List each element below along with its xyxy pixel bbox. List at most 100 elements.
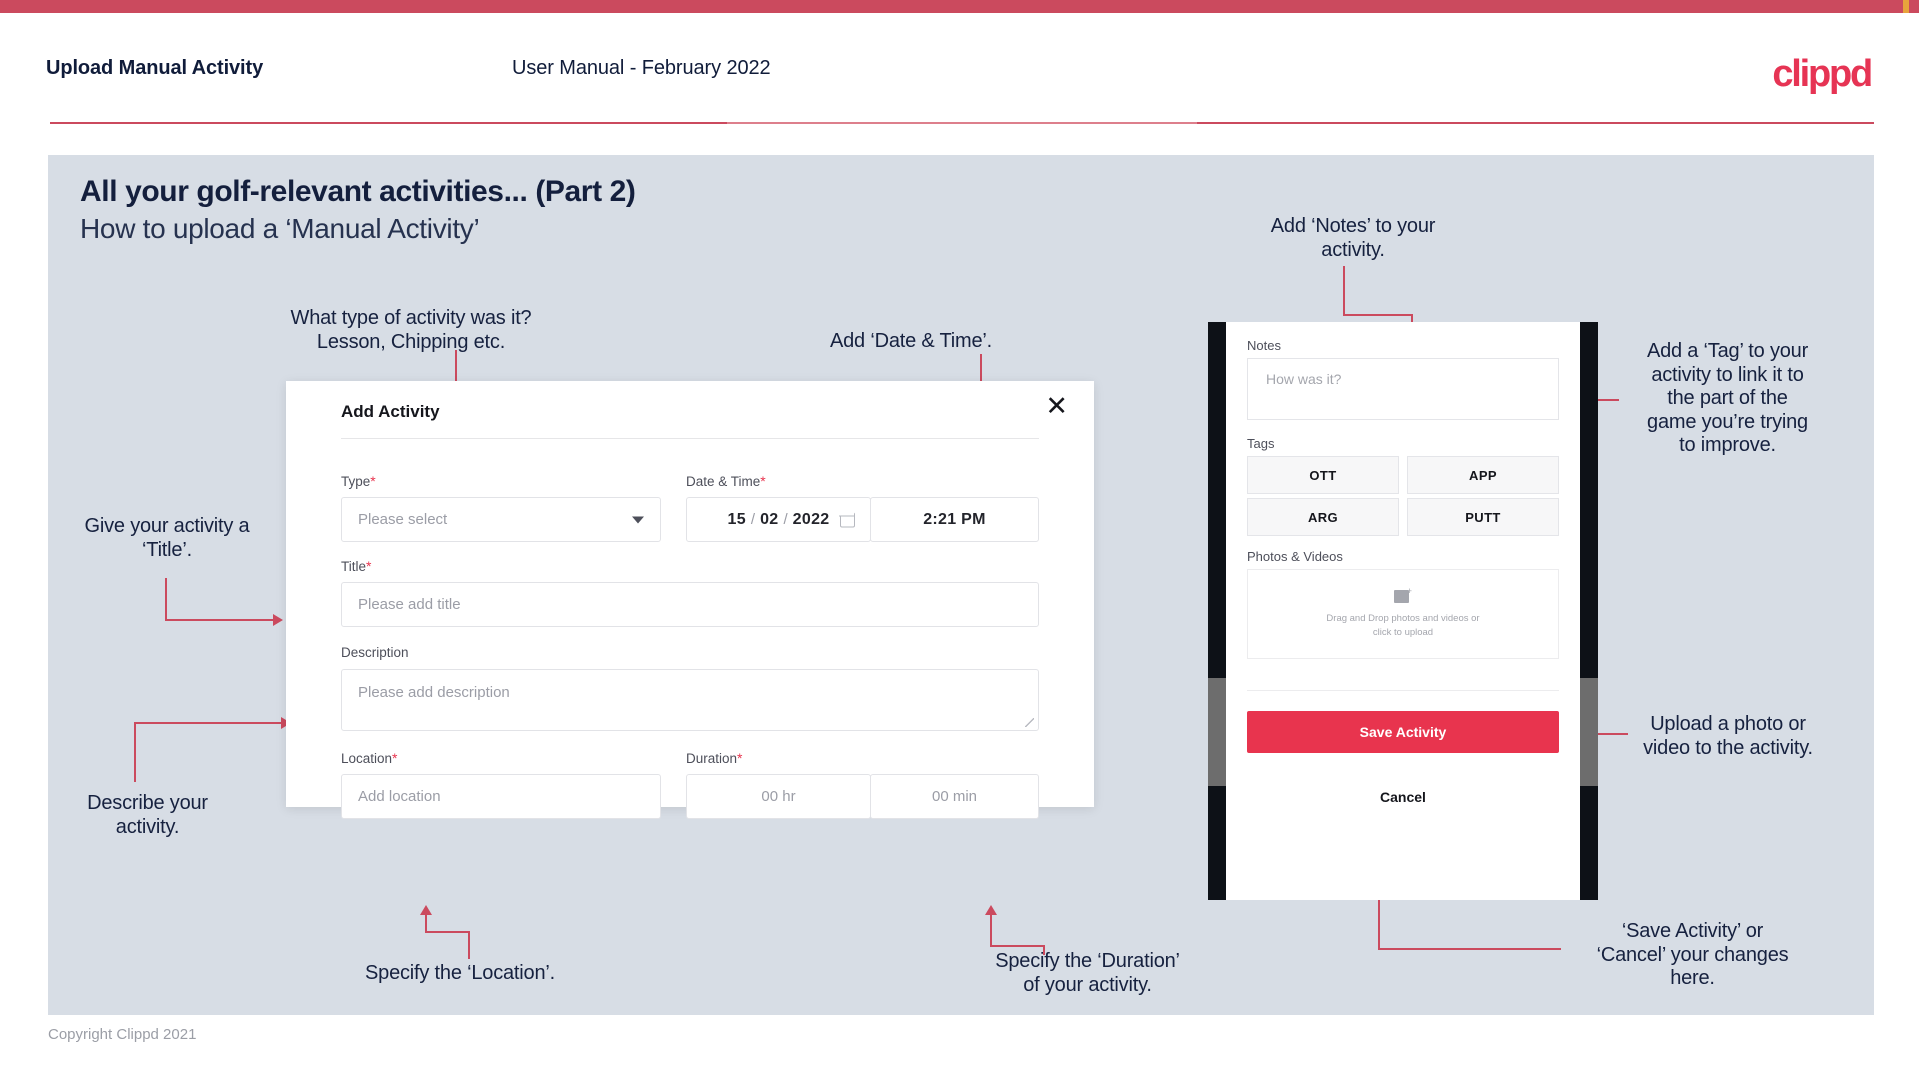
location-input[interactable]: Add location bbox=[341, 774, 661, 819]
phone-bezel-right-segment bbox=[1580, 678, 1598, 786]
save-activity-button[interactable]: Save Activity bbox=[1247, 711, 1559, 753]
connector-notes-h bbox=[1343, 314, 1413, 316]
annotation-upload-line2: video to the activity. bbox=[1643, 736, 1813, 759]
tag-putt[interactable]: PUTT bbox=[1407, 498, 1559, 536]
notes-textarea[interactable]: How was it? bbox=[1247, 358, 1559, 420]
calendar-icon[interactable] bbox=[839, 511, 855, 527]
datetime-label-text: Date & Time bbox=[686, 474, 761, 489]
annotation-upload-line1: Upload a photo or bbox=[1650, 713, 1806, 735]
datetime-required-asterisk: * bbox=[760, 473, 766, 489]
annotation-type-line1: What type of activity was it? bbox=[290, 307, 532, 329]
location-required-asterisk: * bbox=[392, 750, 398, 766]
connector-title-h bbox=[165, 619, 275, 621]
annotation-save: ‘Save Activity’ or ‘Cancel’ your changes… bbox=[1570, 920, 1815, 991]
close-icon[interactable]: ✕ bbox=[1045, 393, 1068, 420]
description-textarea[interactable]: Please add description bbox=[341, 669, 1039, 731]
photos-label: Photos & Videos bbox=[1247, 549, 1343, 564]
annotation-duration: Specify the ‘Duration’ of your activity. bbox=[965, 950, 1210, 997]
date-separator-2: / bbox=[783, 511, 788, 528]
slide-root: Upload Manual Activity User Manual - Feb… bbox=[0, 0, 1919, 1079]
time-input[interactable]: 2:21 PM bbox=[870, 497, 1039, 542]
resize-handle-icon[interactable] bbox=[1025, 718, 1034, 727]
type-required-asterisk: * bbox=[370, 473, 376, 489]
annotation-tag-line3: the part of the bbox=[1667, 387, 1788, 410]
notes-placeholder: How was it? bbox=[1266, 371, 1342, 387]
cancel-button[interactable]: Cancel bbox=[1226, 789, 1580, 805]
chevron-down-icon bbox=[632, 516, 644, 523]
top-accent-bar bbox=[0, 0, 1919, 13]
duration-label-text: Duration bbox=[686, 751, 738, 766]
duration-minutes-value: 00 min bbox=[931, 788, 978, 805]
type-label-text: Type bbox=[341, 474, 371, 489]
annotation-save-line3: here. bbox=[1670, 967, 1715, 990]
annotation-save-line2: ‘Cancel’ your changes bbox=[1596, 943, 1789, 966]
modal-divider bbox=[341, 438, 1039, 439]
annotation-tag-line5: to improve. bbox=[1679, 434, 1776, 457]
annotation-upload: Upload a photo or video to the activity. bbox=[1618, 713, 1838, 760]
date-separator-1: / bbox=[750, 511, 756, 528]
description-label: Description bbox=[341, 645, 409, 660]
annotation-location-line1: Specify the ‘Location’. bbox=[365, 962, 555, 984]
annotation-datetime-line1: Add ‘Date & Time’. bbox=[829, 330, 993, 352]
date-day: 15 bbox=[727, 510, 746, 528]
duration-hours-input[interactable]: 00 hr bbox=[686, 774, 871, 819]
connector-description-h bbox=[134, 722, 283, 724]
phone-bezel-right bbox=[1580, 322, 1598, 900]
time-value: 2:21 PM bbox=[923, 510, 986, 528]
annotation-duration-line2: of your activity. bbox=[1023, 973, 1152, 996]
annotation-notes: Add ‘Notes’ to your activity. bbox=[1248, 215, 1458, 262]
annotation-save-line1: ‘Save Activity’ or bbox=[1621, 920, 1764, 942]
annotation-datetime: Add ‘Date & Time’. bbox=[806, 330, 1016, 354]
duration-required-asterisk: * bbox=[737, 750, 743, 766]
connector-location-h bbox=[425, 931, 470, 933]
photo-dropzone-line1: Drag and Drop photos and videos or bbox=[1326, 612, 1480, 624]
annotation-type: What type of activity was it? Lesson, Ch… bbox=[288, 307, 534, 354]
title-label: Title* bbox=[341, 558, 371, 574]
header-divider-highlight bbox=[727, 122, 1197, 124]
duration-minutes-input[interactable]: 00 min bbox=[870, 774, 1039, 819]
location-placeholder: Add location bbox=[358, 788, 441, 805]
connector-title-v bbox=[165, 578, 167, 621]
phone-bezel-left-segment bbox=[1208, 678, 1226, 786]
notes-label: Notes bbox=[1247, 338, 1281, 353]
connector-location-arrow bbox=[420, 905, 432, 915]
connector-duration-h bbox=[990, 945, 1045, 947]
page-header: Upload Manual Activity User Manual - Feb… bbox=[0, 13, 1919, 123]
tag-app[interactable]: APP bbox=[1407, 456, 1559, 494]
connector-notes-v1 bbox=[1343, 266, 1345, 316]
title-input[interactable]: Please add title bbox=[341, 582, 1039, 627]
phone-divider bbox=[1247, 690, 1559, 691]
title-label-text: Title bbox=[341, 559, 367, 574]
date-input[interactable]: 15 / 02 / 2022 bbox=[686, 497, 871, 542]
footer-copyright: Copyright Clippd 2021 bbox=[48, 1026, 197, 1043]
connector-duration-v2 bbox=[1043, 945, 1045, 955]
connector-save-h bbox=[1378, 948, 1561, 950]
photo-dropzone-text: Drag and Drop photos and videos or click… bbox=[1326, 612, 1479, 641]
tag-arg[interactable]: ARG bbox=[1247, 498, 1399, 536]
connector-location-v1 bbox=[468, 931, 470, 959]
annotation-tag-line4: game you’re trying bbox=[1647, 410, 1808, 433]
description-label-text: Description bbox=[341, 645, 409, 660]
slide-subtitle: How to upload a ‘Manual Activity’ bbox=[80, 213, 480, 244]
tag-ott[interactable]: OTT bbox=[1247, 456, 1399, 494]
photo-dropzone-line2: click to upload bbox=[1372, 627, 1434, 638]
add-activity-modal: Add Activity ✕ Type* Please select Date … bbox=[286, 381, 1094, 819]
annotation-duration-line1: Specify the ‘Duration’ bbox=[995, 950, 1180, 972]
annotation-tag-line1: Add a ‘Tag’ to your bbox=[1646, 340, 1809, 362]
annotation-description-line2: activity. bbox=[115, 815, 180, 838]
page-title: Upload Manual Activity bbox=[46, 57, 264, 79]
type-label: Type* bbox=[341, 473, 376, 489]
top-accent-notch bbox=[1903, 0, 1909, 13]
photo-dropzone[interactable]: + Drag and Drop photos and videos or cli… bbox=[1247, 569, 1559, 659]
annotation-tag-line2: activity to link it to bbox=[1651, 363, 1804, 386]
description-placeholder: Please add description bbox=[358, 684, 510, 701]
slide-title: All your golf-relevant activities... (Pa… bbox=[80, 175, 636, 208]
title-required-asterisk: * bbox=[366, 558, 372, 574]
type-select[interactable]: Please select bbox=[341, 497, 661, 542]
phone-bezel-left bbox=[1208, 322, 1226, 900]
annotation-location: Specify the ‘Location’. bbox=[330, 962, 590, 986]
connector-duration-arrow bbox=[985, 905, 997, 915]
annotation-tag: Add a ‘Tag’ to your activity to link it … bbox=[1620, 340, 1835, 458]
annotation-notes-line2: activity. bbox=[1321, 238, 1385, 261]
modal-header: Add Activity ✕ bbox=[286, 381, 1094, 433]
